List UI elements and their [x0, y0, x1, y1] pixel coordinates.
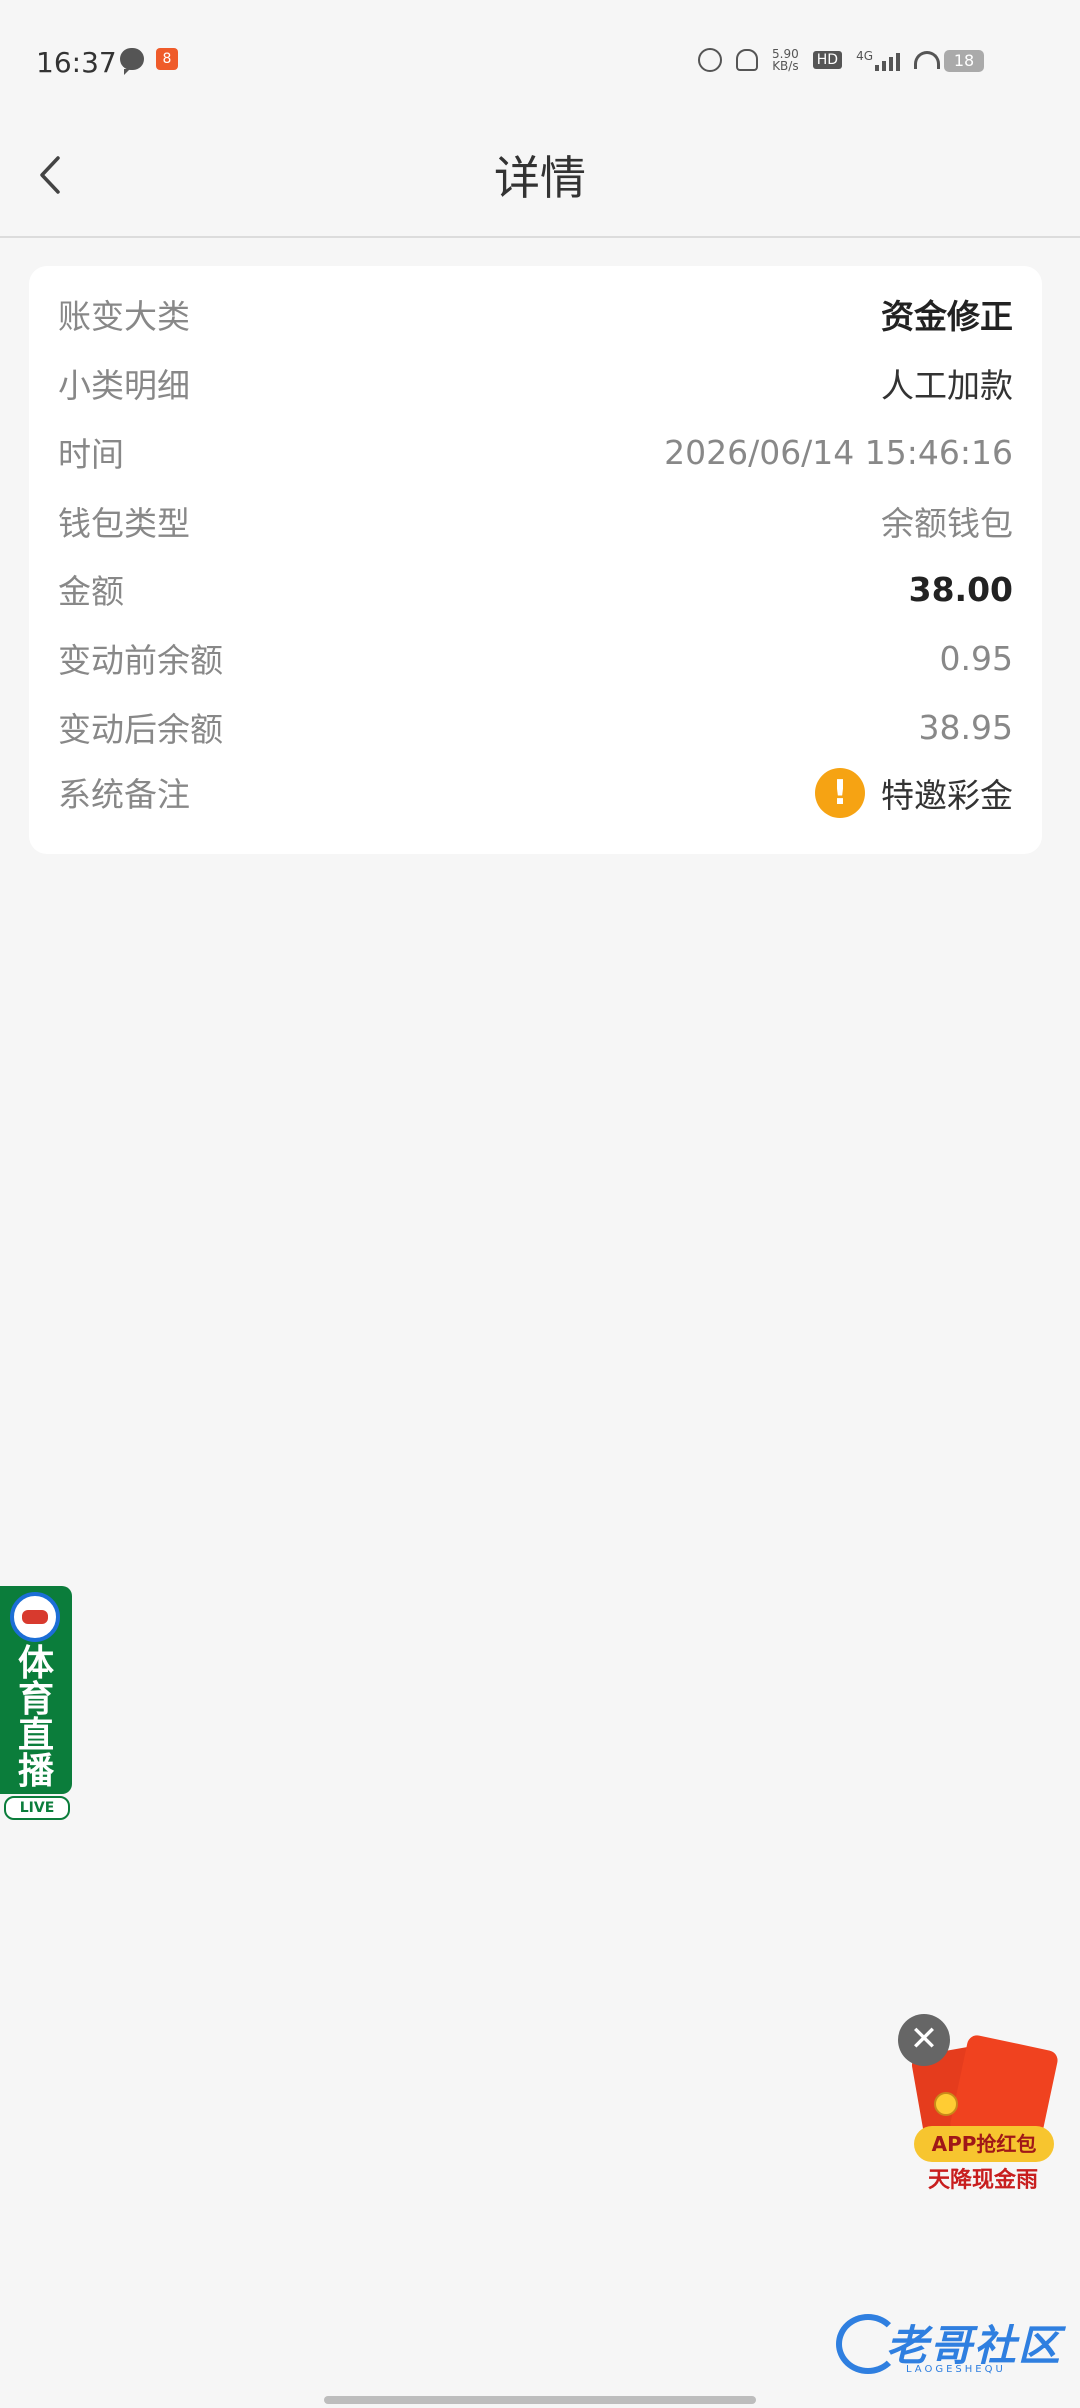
detail-row-time: 时间 2026/06/14 15:46:16: [58, 422, 1013, 482]
sports-live-label: 体育直播: [18, 1643, 55, 1792]
detail-row-amount: 金额 38.00: [58, 559, 1013, 619]
warning-icon[interactable]: !: [815, 768, 865, 818]
detail-label: 系统备注: [58, 775, 190, 814]
top-nav-bar: 详情: [0, 120, 1080, 238]
detail-value: 特邀彩金: [881, 776, 1013, 815]
page-title: 详情: [494, 151, 586, 205]
status-bar: 16:37 8 5.90 KB/s HD 4G 18: [0, 0, 1080, 120]
detail-label: 变动后余额: [58, 710, 223, 749]
detail-label: 钱包类型: [58, 504, 190, 543]
detail-label: 金额: [58, 572, 124, 611]
status-time: 16:37: [36, 46, 117, 79]
detail-row-balance-before: 变动前余额 0.95: [58, 628, 1013, 688]
red-packet-ad[interactable]: ✕ APP抢红包 天降现金雨: [898, 2014, 1060, 2194]
battery-icon: 18: [944, 50, 984, 72]
home-indicator[interactable]: [324, 2396, 756, 2404]
detail-value: 0.95: [939, 638, 1013, 678]
sports-live-text: 体育直播: [0, 1646, 72, 1790]
detail-card: 账变大类 资金修正 小类明细 人工加款 时间 2026/06/14 15:46:…: [29, 266, 1042, 854]
detail-label: 时间: [58, 435, 124, 474]
app-notification-icon: 8: [156, 48, 178, 70]
detail-value: 余额钱包: [881, 504, 1013, 543]
detail-value: 2026/06/14 15:46:16: [664, 432, 1013, 472]
red-packet-subtitle: 天降现金雨: [927, 2168, 1038, 2193]
watermark-subtext: LAOGESHEQU: [906, 2364, 1006, 2375]
network-speed: 5.90 KB/s: [772, 47, 799, 73]
detail-value: 38.95: [918, 707, 1013, 747]
alarm-icon: [698, 48, 723, 72]
detail-value: 资金修正: [881, 297, 1013, 336]
mute-bell-icon: [736, 49, 759, 71]
message-icon: [120, 48, 144, 75]
hd-badge: HD: [812, 51, 843, 69]
detail-label: 小类明细: [58, 366, 190, 405]
detail-row-category: 账变大类 资金修正: [58, 284, 1013, 344]
red-packet-badge: APP抢红包: [914, 2126, 1054, 2162]
network-type: 4G: [856, 49, 873, 63]
detail-row-remark: 系统备注 ! 特邀彩金: [58, 768, 1013, 828]
wifi-icon: [914, 51, 940, 69]
watermark-logo: 老哥社区 LAOGESHEQU: [836, 2308, 1066, 2378]
detail-label: 变动前余额: [58, 641, 223, 680]
close-icon[interactable]: ✕: [898, 2014, 950, 2066]
coin-icon: [934, 2092, 958, 2116]
sports-live-float[interactable]: 体育直播 LIVE: [0, 1586, 72, 1820]
soccer-ball-icon: [10, 1592, 60, 1642]
signal-icon: [875, 49, 900, 71]
live-badge: LIVE: [4, 1796, 70, 1820]
detail-value: 38.00: [908, 569, 1013, 609]
detail-row-balance-after: 变动后余额 38.95: [58, 697, 1013, 757]
detail-label: 账变大类: [58, 297, 190, 336]
detail-value: 人工加款: [881, 366, 1013, 405]
detail-row-wallet-type: 钱包类型 余额钱包: [58, 491, 1013, 551]
detail-row-subcategory: 小类明细 人工加款: [58, 353, 1013, 413]
